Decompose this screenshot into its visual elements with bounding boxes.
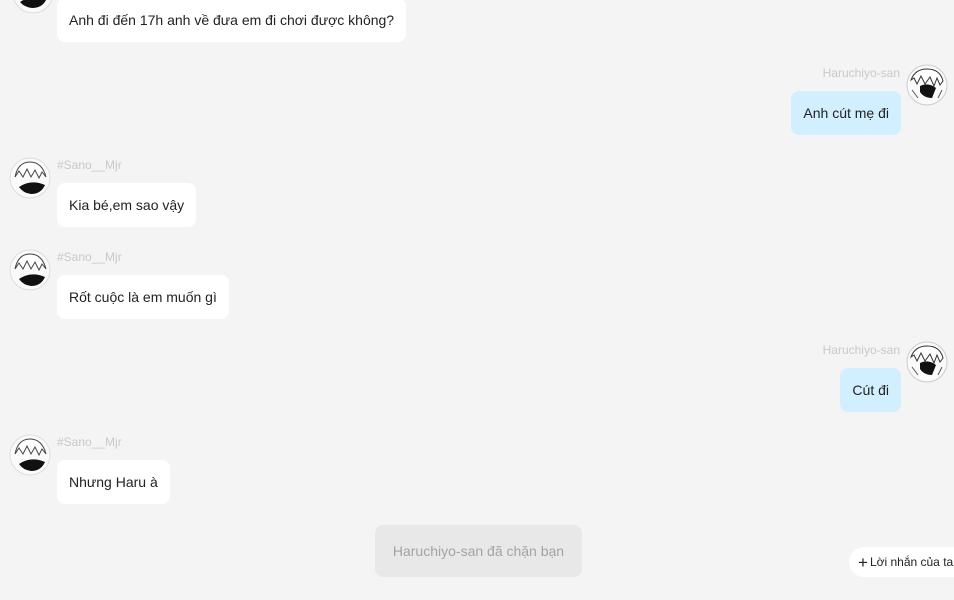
message-text: Nhưng Haru à	[69, 474, 158, 490]
message-bubble[interactable]: Kia bé,em sao vậy	[57, 183, 197, 227]
sender-avatar[interactable]	[9, 157, 51, 199]
chat-thread: Anh đi đến 17h anh về đưa em đi chơi đượ…	[0, 0, 954, 600]
user-avatar[interactable]	[906, 341, 948, 383]
sender-name: #Sano__Mjr	[57, 435, 122, 449]
leave-note-label: Lời nhắn của ta	[869, 555, 954, 569]
message-bubble[interactable]: Cút đi	[840, 368, 901, 412]
sender-avatar[interactable]	[12, 0, 54, 14]
message-text: Cút đi	[852, 382, 889, 398]
message-text: Rốt cuộc là em muốn gì	[69, 289, 217, 305]
message-bubble[interactable]: Nhưng Haru à	[57, 460, 170, 504]
message-text: Anh đi đến 17h anh về đưa em đi chơi đượ…	[69, 12, 395, 28]
plus-icon: +	[858, 552, 868, 572]
message-bubble[interactable]: Rốt cuộc là em muốn gì	[57, 275, 229, 319]
sender-avatar[interactable]	[9, 249, 51, 291]
sender-name: Haruchiyo-san	[822, 66, 900, 80]
sender-name: #Sano__Mjr	[57, 158, 122, 172]
message-text: Kia bé,em sao vậy	[69, 197, 185, 213]
user-avatar[interactable]	[906, 64, 948, 106]
message-text: Anh cút mẹ đi	[803, 105, 889, 121]
leave-note-button[interactable]: + Lời nhắn của ta	[849, 547, 954, 577]
message-bubble[interactable]: Anh cút mẹ đi	[791, 91, 901, 135]
sender-name: Haruchiyo-san	[822, 343, 900, 357]
blocked-system-message: Haruchiyo-san đã chặn bạn	[375, 525, 582, 577]
sender-name: #Sano__Mjr	[57, 250, 122, 264]
message-bubble[interactable]: Anh đi đến 17h anh về đưa em đi chơi đượ…	[57, 0, 407, 42]
system-message-text: Haruchiyo-san đã chặn bạn	[392, 543, 565, 559]
sender-avatar[interactable]	[9, 434, 51, 476]
